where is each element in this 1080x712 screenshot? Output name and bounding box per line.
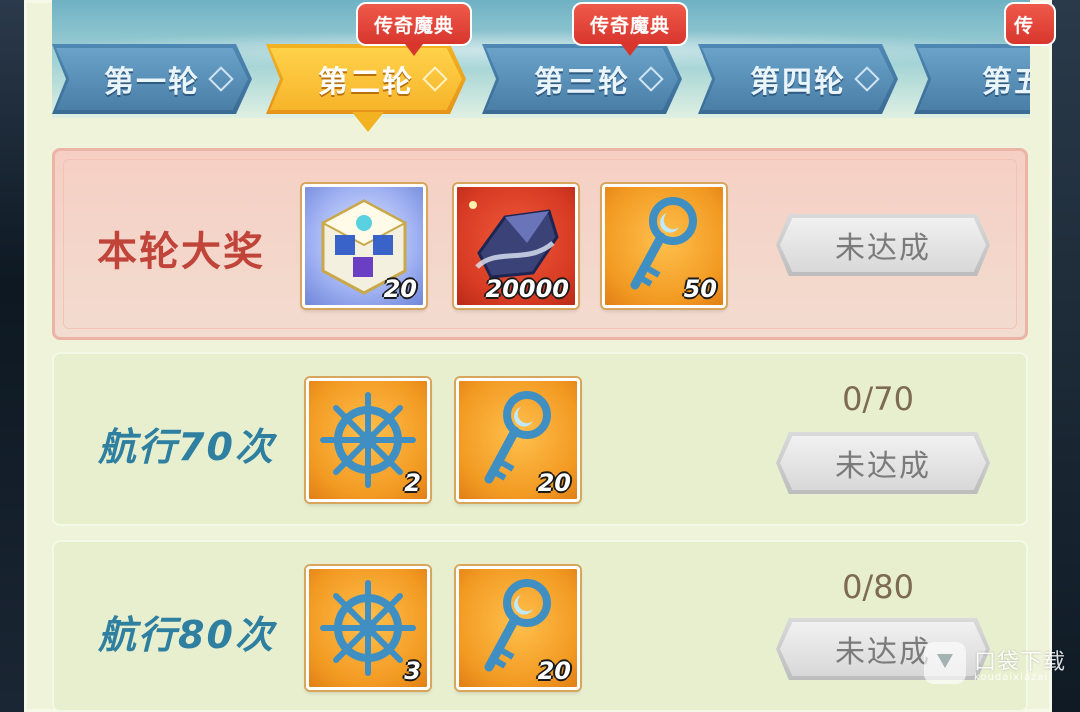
reward-item[interactable]: 3 xyxy=(306,566,430,690)
claim-button-label: 未达成 xyxy=(835,231,931,266)
item-quantity: 2 xyxy=(404,469,421,497)
tab-round-4[interactable]: 第四轮 xyxy=(698,44,898,114)
item-quantity: 20 xyxy=(537,469,571,497)
tab-round-5[interactable]: 第五 xyxy=(914,44,1030,114)
diamond-icon xyxy=(208,66,234,92)
diamond-icon xyxy=(422,66,448,92)
claim-button[interactable]: 未达成 xyxy=(776,214,990,276)
claim-button[interactable]: 未达成 xyxy=(776,432,990,494)
watermark-subtext: koudaixiazai xyxy=(974,672,1049,683)
row-title: 航行70次 xyxy=(98,425,275,469)
round-tabs: 第一轮 第二轮 第三轮 第四轮 第五 xyxy=(52,40,1030,120)
progress-text: 0/80 xyxy=(842,568,914,606)
legend-badge: 传奇魔典 xyxy=(572,2,688,56)
row-title: 本轮大奖 xyxy=(97,229,265,275)
background-right xyxy=(1052,0,1080,712)
tab-round-1[interactable]: 第一轮 xyxy=(52,44,252,114)
reward-item[interactable]: 20 xyxy=(302,184,426,308)
reward-item[interactable]: 20 xyxy=(456,566,580,690)
tab-label: 第四轮 xyxy=(750,65,846,100)
tab-label: 第一轮 xyxy=(104,65,200,100)
diamond-icon xyxy=(854,66,880,92)
row-title: 航行80次 xyxy=(98,613,275,657)
item-quantity: 20 xyxy=(537,657,571,685)
background-left xyxy=(0,0,24,712)
legend-badge: 传奇魔典 xyxy=(356,2,472,56)
tab-label: 第五 xyxy=(982,65,1030,100)
tab-round-3[interactable]: 第三轮 xyxy=(482,44,682,114)
progress-text: 0/70 xyxy=(842,380,914,418)
reward-item[interactable]: 2 xyxy=(306,378,430,502)
diamond-icon xyxy=(638,66,664,92)
download-logo-icon xyxy=(924,642,966,684)
tab-label: 第二轮 xyxy=(318,65,414,100)
claim-button-label: 未达成 xyxy=(835,449,931,484)
reward-item[interactable]: 50 xyxy=(602,184,726,308)
watermark: 口袋下载 koudaixiazai xyxy=(918,634,1068,690)
legend-badge: 传 xyxy=(1004,2,1056,46)
item-quantity: 20 xyxy=(383,275,417,303)
active-tab-pointer-icon xyxy=(352,112,384,132)
reward-item[interactable]: 20 xyxy=(456,378,580,502)
item-quantity: 50 xyxy=(683,275,717,303)
tab-round-2[interactable]: 第二轮 xyxy=(266,44,466,114)
tab-label: 第三轮 xyxy=(534,65,630,100)
item-quantity: 3 xyxy=(404,657,421,685)
item-quantity: 20000 xyxy=(485,275,570,303)
reward-item[interactable]: 20000 xyxy=(454,184,578,308)
claim-button-label: 未达成 xyxy=(835,635,931,670)
